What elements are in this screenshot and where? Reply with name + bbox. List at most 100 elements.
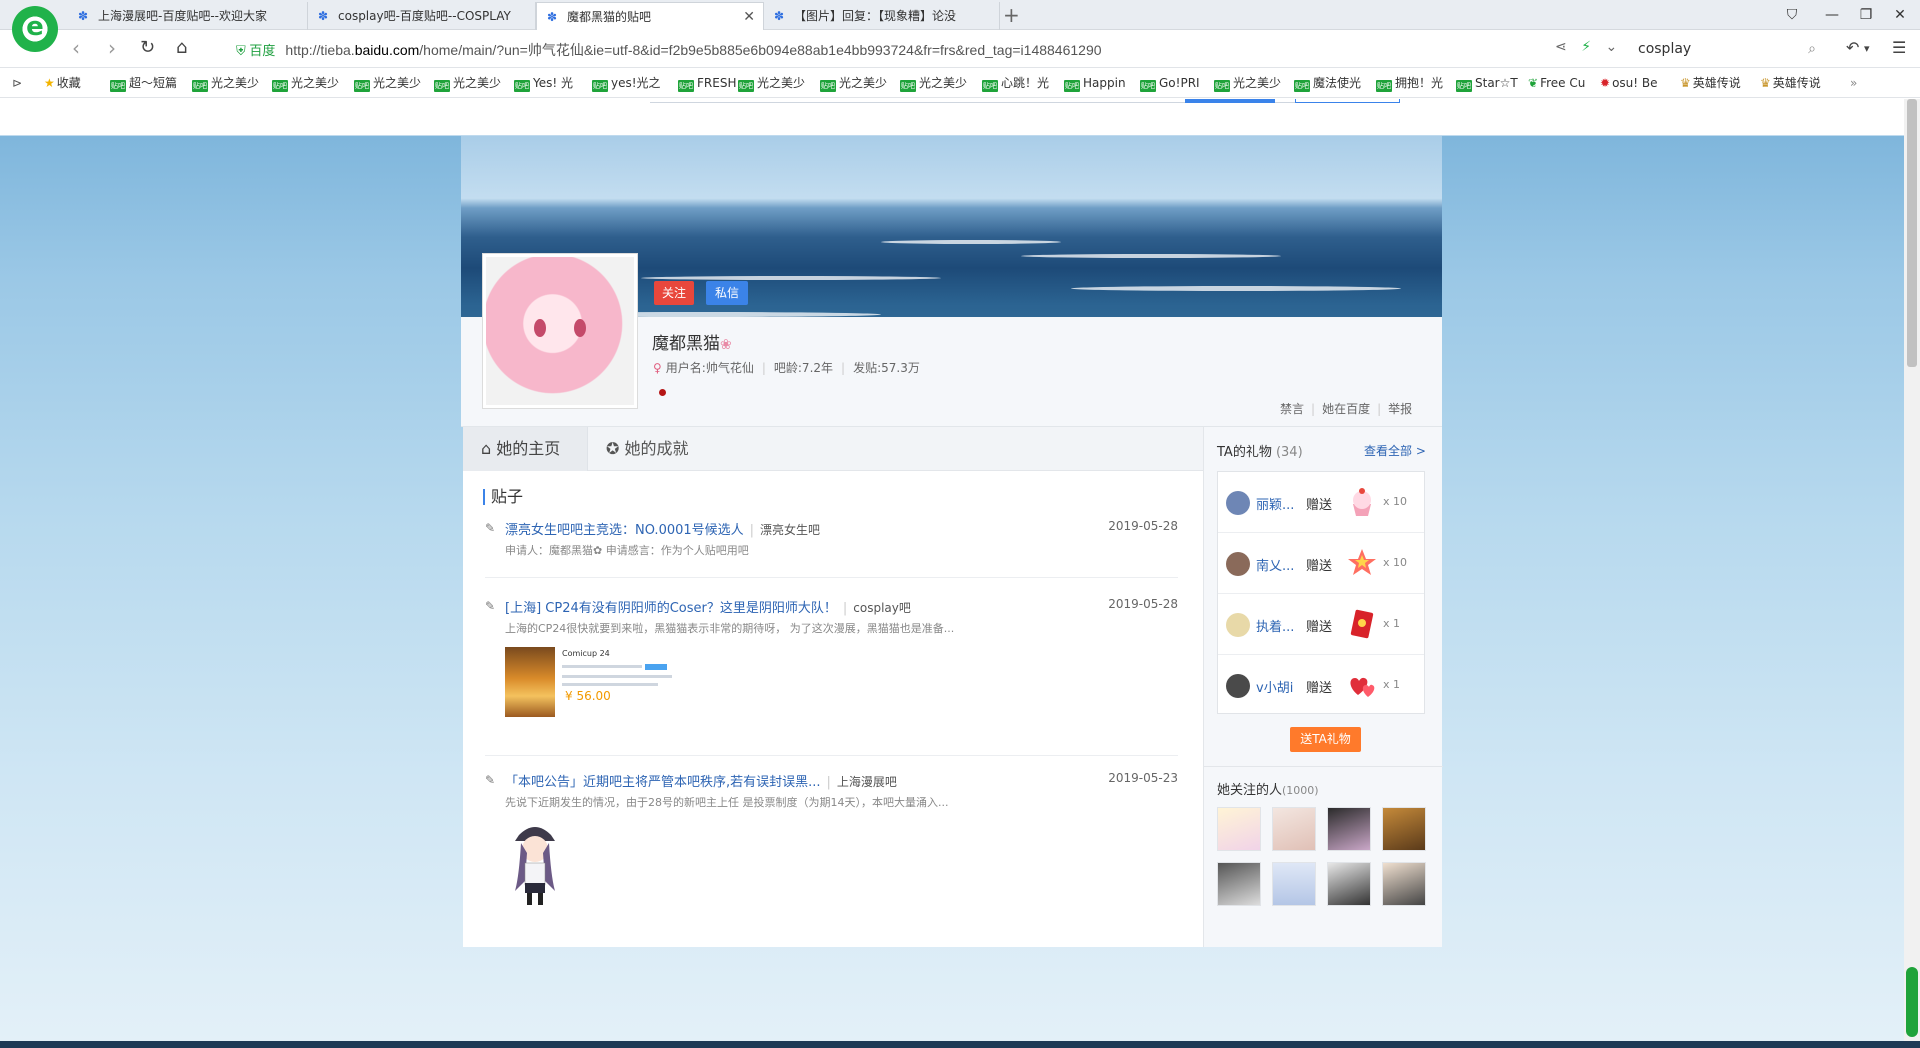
- bookmark-item[interactable]: 贴吧 Happin: [1064, 75, 1126, 92]
- address-tools: ⋖ ⚡ ⌄: [1555, 39, 1617, 55]
- browser-tab[interactable]: ✽ 【图片】回复：【现象糟】论没: [764, 2, 1000, 30]
- header-search-button[interactable]: [1185, 99, 1275, 103]
- browser-logo-icon[interactable]: e: [12, 6, 58, 52]
- gift-sender-link[interactable]: v小胡i: [1256, 677, 1298, 696]
- close-tab-icon[interactable]: ✕: [743, 3, 755, 31]
- sidebar-toggle-icon[interactable]: ⊳: [12, 75, 22, 91]
- tieba-icon: 贴吧: [110, 80, 126, 92]
- header-search-button-secondary[interactable]: [1295, 99, 1400, 103]
- edit-icon: ✎: [485, 521, 496, 535]
- following-heading: 她关注的人(1000): [1217, 783, 1319, 798]
- chevron-down-icon[interactable]: ⌄: [1605, 39, 1617, 55]
- avatar[interactable]: [1226, 552, 1250, 576]
- url-input[interactable]: ⛨ 百度 http://tieba.baidu.com/home/main/?un…: [236, 39, 1546, 61]
- her-baidu-link[interactable]: 她在百度: [1322, 402, 1370, 416]
- avatar[interactable]: [1327, 862, 1371, 906]
- edit-icon: ✎: [485, 599, 496, 613]
- avatar[interactable]: [1327, 807, 1371, 851]
- bookmark-item[interactable]: 贴吧 魔法使光: [1294, 75, 1361, 92]
- baidu-paw-icon: ✽: [318, 9, 329, 23]
- post-thumbnail[interactable]: Comicup 24 ¥ 56.00: [505, 647, 705, 717]
- search-icon[interactable]: ⌕: [1808, 36, 1816, 62]
- gift-sender-link[interactable]: 丽颖...: [1256, 494, 1298, 513]
- menu-icon[interactable]: ☰: [1892, 38, 1906, 57]
- bookmark-item[interactable]: 贴吧 光之美少: [272, 75, 339, 92]
- bookmark-item[interactable]: 贴吧 拥抱！光: [1376, 75, 1443, 92]
- bookmark-item[interactable]: 贴吧 心跳！光: [982, 75, 1049, 92]
- forum-link[interactable]: cosplay吧: [853, 601, 911, 615]
- more-bookmarks-icon[interactable]: »: [1850, 75, 1857, 91]
- bookmark-item[interactable]: ✹ osu! Be: [1600, 75, 1658, 91]
- scrollbar[interactable]: [1904, 99, 1920, 1041]
- tieba-icon: 贴吧: [1064, 80, 1080, 92]
- search-input[interactable]: cosplay ⌕: [1630, 36, 1820, 62]
- browser-tab[interactable]: ✽ 上海漫展吧-百度贴吧--欢迎大家: [68, 2, 308, 30]
- post-title-link[interactable]: 「本吧公告」近期吧主将严管本吧秩序,若有误封误黑...: [505, 775, 821, 790]
- bookmark-item[interactable]: ★ 收藏: [44, 75, 81, 91]
- bookmark-item[interactable]: ♛ 英雄传说: [1760, 75, 1821, 91]
- avatar[interactable]: [482, 253, 638, 409]
- tab-home[interactable]: ⌂ 她的主页: [463, 427, 588, 471]
- tab-achievements[interactable]: ✪ 她的成就: [588, 427, 707, 471]
- profile-tabs: ⌂ 她的主页 ✪ 她的成就: [463, 427, 1203, 471]
- tieba-icon: 贴吧: [354, 80, 370, 92]
- mute-link[interactable]: 禁言: [1280, 402, 1304, 416]
- home-icon[interactable]: ⌂: [176, 37, 187, 59]
- post-title-link[interactable]: [上海] CP24有没有阴阳师的Coser？这里是阴阳师大队！: [505, 601, 837, 616]
- close-window-icon[interactable]: ✕: [1880, 0, 1920, 30]
- bookmark-item[interactable]: 贴吧 Star☆T: [1456, 75, 1518, 92]
- share-icon[interactable]: ⋖: [1555, 39, 1567, 55]
- forward-icon[interactable]: ›: [108, 37, 116, 59]
- shirt-skin-icon[interactable]: ⛉: [1772, 0, 1812, 30]
- cert-badge[interactable]: ⛨ 百度: [236, 40, 275, 62]
- bookmark-item[interactable]: 贴吧 光之美少: [354, 75, 421, 92]
- post-title-link[interactable]: 漂亮女生吧吧主竞选：NO.0001号候选人: [505, 523, 744, 538]
- bookmark-item[interactable]: 贴吧 光之美少: [434, 75, 501, 92]
- forum-link[interactable]: 漂亮女生吧: [760, 523, 820, 537]
- back-icon[interactable]: ‹: [72, 37, 80, 59]
- view-all-gifts-link[interactable]: 查看全部 >: [1364, 442, 1426, 459]
- chevron-down-icon[interactable]: ▾: [1864, 42, 1870, 55]
- new-tab-icon[interactable]: +: [1003, 2, 1020, 28]
- gift-sender-link[interactable]: 南乂...: [1256, 555, 1298, 574]
- bookmark-item[interactable]: 贴吧 光之美少: [820, 75, 887, 92]
- avatar[interactable]: [1226, 613, 1250, 637]
- browser-tab-active[interactable]: ✽ 魔都黑猫的贴吧 ✕: [536, 2, 764, 31]
- avatar[interactable]: [1382, 862, 1426, 906]
- undo-icon[interactable]: ↶: [1846, 38, 1859, 57]
- follow-button[interactable]: 关注: [654, 281, 694, 305]
- bookmark-item[interactable]: 贴吧 光之美少: [900, 75, 967, 92]
- bookmark-item[interactable]: 贴吧 超～短篇: [110, 75, 177, 92]
- bookmark-item[interactable]: 贴吧 FRESH: [678, 75, 736, 92]
- browser-tab[interactable]: ✽ cosplay吧-百度贴吧--COSPLAY: [308, 2, 536, 30]
- lightning-icon[interactable]: ⚡: [1581, 39, 1591, 55]
- avatar[interactable]: [1217, 862, 1261, 906]
- side-widget-icon[interactable]: [1906, 967, 1918, 1037]
- report-link[interactable]: 举报: [1388, 402, 1412, 416]
- avatar[interactable]: [1226, 674, 1250, 698]
- bookmark-item[interactable]: 贴吧 光之美少: [1214, 75, 1281, 92]
- avatar[interactable]: [1382, 807, 1426, 851]
- bookmark-item[interactable]: ❦ Free Cu: [1528, 75, 1585, 91]
- bookmark-item[interactable]: 贴吧 光之美少: [738, 75, 805, 92]
- forum-link[interactable]: 上海漫展吧: [837, 775, 897, 789]
- send-gift-button[interactable]: 送TA礼物: [1290, 727, 1361, 752]
- hearts-icon: [1350, 677, 1375, 697]
- bookmark-item[interactable]: ♛ 英雄传说: [1680, 75, 1741, 91]
- avatar[interactable]: [1272, 862, 1316, 906]
- post-excerpt: 先说下近期发生的情况，由于28号的新吧主上任 是投票制度（为期14天），本吧大量…: [505, 796, 949, 809]
- bookmark-item[interactable]: 贴吧 Yes! 光: [514, 75, 573, 92]
- tieba-icon: 贴吧: [592, 80, 608, 92]
- avatar[interactable]: [1226, 491, 1250, 515]
- refresh-icon[interactable]: ↻: [140, 37, 155, 59]
- message-button[interactable]: 私信: [706, 281, 748, 305]
- bookmark-item[interactable]: 贴吧 光之美少: [192, 75, 259, 92]
- post-thumbnail[interactable]: [505, 821, 565, 907]
- baidu-paw-icon: ✽: [547, 10, 558, 24]
- bookmark-item[interactable]: 贴吧 Go!PRI: [1140, 75, 1200, 92]
- gift-sender-link[interactable]: 执着...: [1256, 616, 1298, 635]
- avatar[interactable]: [1217, 807, 1261, 851]
- bookmark-item[interactable]: 贴吧 yes!光之: [592, 75, 661, 92]
- scrollbar-thumb[interactable]: [1907, 99, 1917, 367]
- avatar[interactable]: [1272, 807, 1316, 851]
